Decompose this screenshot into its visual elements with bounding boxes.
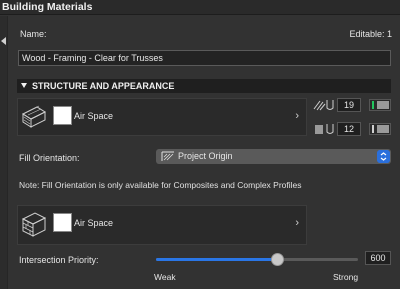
pen-color-fill	[377, 101, 389, 109]
intersection-priority-label: Intersection Priority:	[19, 255, 99, 265]
surface-material-row[interactable]: Air Space ›	[17, 98, 307, 136]
foreground-pen[interactable]: 19	[313, 98, 393, 112]
editable-count: Editable: 1	[349, 29, 392, 39]
cut-brick-icon	[21, 212, 47, 237]
fill-orientation-select[interactable]: Project Origin	[156, 149, 391, 164]
panel-title: Building Materials	[0, 0, 400, 15]
material-swatch	[53, 106, 72, 125]
slider-fill	[156, 258, 278, 261]
slider-thumb[interactable]	[271, 253, 285, 266]
section-header-label: STRUCTURE AND APPEARANCE	[32, 81, 175, 91]
chevron-right-icon: ›	[295, 110, 299, 122]
hatch-origin-icon	[161, 151, 174, 161]
chevron-up-down-icon	[377, 150, 390, 163]
cut-material-row[interactable]: Air Space ›	[17, 205, 307, 245]
background-pen[interactable]: 12	[313, 122, 393, 136]
pen-color-fill	[377, 125, 389, 133]
slider-max-label: Strong	[333, 272, 359, 282]
material-name: Air Space	[74, 111, 114, 121]
name-label: Name:	[20, 29, 47, 39]
side-rail	[0, 16, 8, 289]
intersection-priority-value[interactable]: 600	[365, 251, 391, 265]
hatch-pen-icon	[313, 100, 334, 111]
background-pen-swatch[interactable]	[369, 123, 391, 135]
fill-orientation-label: Fill Orientation:	[19, 153, 80, 163]
disclosure-triangle-icon	[21, 83, 27, 88]
section-header-structure[interactable]: STRUCTURE AND APPEARANCE	[17, 79, 391, 93]
material-name: Air Space	[74, 218, 114, 228]
background-pen-number[interactable]: 12	[337, 122, 361, 136]
material-swatch	[53, 213, 72, 232]
pen-color-bar	[372, 101, 374, 109]
pen-color-bar	[372, 125, 374, 133]
foreground-pen-number[interactable]: 19	[337, 98, 361, 112]
foreground-pen-swatch[interactable]	[369, 99, 391, 111]
surface-hatch-icon	[21, 105, 47, 128]
fill-orientation-note: Note: Fill Orientation is only available…	[19, 180, 302, 190]
intersection-priority-slider[interactable]	[156, 253, 358, 266]
fill-background-pen-icon	[315, 124, 334, 134]
collapse-arrow-icon[interactable]	[1, 37, 6, 45]
fill-orientation-value: Project Origin	[178, 151, 233, 161]
slider-min-label: Weak	[154, 272, 176, 282]
name-field[interactable]: Wood - Framing - Clear for Trusses	[18, 50, 391, 66]
chevron-right-icon: ›	[295, 217, 299, 229]
